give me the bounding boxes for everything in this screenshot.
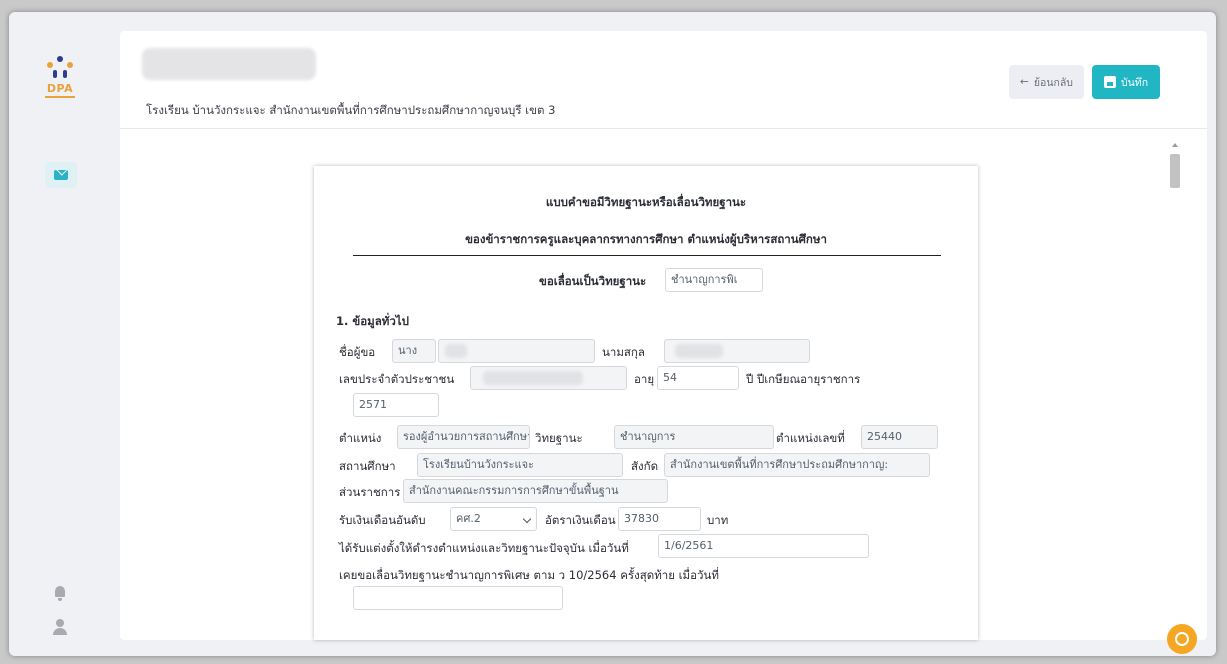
baht-label: บาท <box>707 513 729 527</box>
back-button-label: ย้อนกลับ <box>1033 76 1073 89</box>
scrollbar[interactable] <box>1169 143 1181 640</box>
academic-field[interactable]: ชำนาญการ <box>614 425 774 449</box>
salary-grade-label: รับเงินเดือนอันดับ <box>339 513 426 527</box>
arrow-left-icon: ← <box>1020 76 1029 88</box>
previous-request-label: เคยขอเลื่อนวิทยฐานะชำนาญการพิเศษ ตาม ว 1… <box>339 568 719 582</box>
title-field[interactable]: นาง <box>392 339 436 363</box>
help-button[interactable] <box>1167 624 1197 654</box>
surname-label: นามสกุล <box>602 345 645 359</box>
main-panel: โรงเรียน บ้านวังกระแจะ สำนักงานเขตพื้นที… <box>120 31 1207 640</box>
agency-field[interactable]: สำนักงานคณะกรรมการการศึกษาขั้นพื้นฐาน <box>403 479 668 503</box>
position-no-label: ตำแหน่งเลขที่ <box>776 431 845 445</box>
scroll-up-icon[interactable] <box>1172 143 1178 147</box>
app-window: DPA โรงเรียน บ้านวังกระแจะ สำนักงานเขตพื… <box>9 12 1216 656</box>
salary-rate-label: อัตราเงินเดือน <box>545 513 616 527</box>
promote-field[interactable]: ชำนาญการพิเ <box>665 268 763 292</box>
age-label: อายุ <box>634 372 655 386</box>
position-no-field[interactable]: 25440 <box>861 425 938 449</box>
firstname-field[interactable] <box>438 339 595 363</box>
school-field[interactable]: โรงเรียนบ้านวังกระแจะ <box>417 453 623 477</box>
logo[interactable]: DPA <box>45 54 75 104</box>
position-field[interactable]: รองผู้อำนวยการสถานศึกษา <box>397 425 530 449</box>
user-icon[interactable] <box>52 619 68 637</box>
appointed-date-field[interactable]: 1/6/2561 <box>658 534 869 558</box>
logo-text: DPA <box>46 82 74 95</box>
sidebar: DPA <box>9 12 112 656</box>
logo-figures-icon <box>45 54 75 80</box>
position-label: ตำแหน่ง <box>339 431 382 445</box>
scrollbar-thumb[interactable] <box>1170 154 1180 188</box>
age-field[interactable]: 54 <box>657 366 739 390</box>
section-general-heading: 1. ข้อมูลทั่วไป <box>336 314 409 328</box>
appointed-label: ได้รับแต่งตั้งให้ดำรงตำแหน่งและวิทยฐานะป… <box>339 541 629 555</box>
citizen-id-label: เลขประจำตัวประชาชน <box>339 372 455 386</box>
affiliation-field[interactable]: สำนักงานเขตพื้นที่การศึกษาประถมศึกษากาญ: <box>664 453 930 477</box>
form-subtitle: ของข้าราชการครูและบุคลากรทางการศึกษา ตำแ… <box>465 232 827 246</box>
redacted-title <box>142 48 316 80</box>
save-button[interactable]: บันทึก <box>1092 65 1160 99</box>
mail-icon <box>54 170 68 180</box>
name-label: ชื่อผู้ขอ <box>339 345 376 359</box>
chevron-down-icon <box>522 514 532 524</box>
bell-icon[interactable] <box>53 585 67 601</box>
save-button-label: บันทึก <box>1120 76 1149 89</box>
affiliation-label: สังกัด <box>631 459 659 473</box>
school-label: สถานศึกษา <box>339 459 396 473</box>
agency-label: ส่วนราชการ <box>339 485 401 499</box>
academic-label: วิทยฐานะ <box>535 431 583 445</box>
form-title: แบบคำขอมีวิทยฐานะหรือเลื่อนวิทยฐานะ <box>545 195 747 209</box>
school-line: โรงเรียน บ้านวังกระแจะ สำนักงานเขตพื้นที… <box>146 103 556 117</box>
back-button[interactable]: ← ย้อนกลับ <box>1009 65 1084 99</box>
promote-label: ขอเลื่อนเป็นวิทยฐานะ <box>539 274 647 288</box>
form-document: แบบคำขอมีวิทยฐานะหรือเลื่อนวิทยฐานะ ของข… <box>314 166 978 640</box>
page-header: โรงเรียน บ้านวังกระแจะ สำนักงานเขตพื้นที… <box>120 31 1207 129</box>
salary-grade-value: คศ.2 <box>456 512 481 525</box>
sidebar-item-mail[interactable] <box>45 162 77 188</box>
save-icon <box>1103 76 1116 88</box>
previous-request-date-field[interactable] <box>353 586 563 610</box>
retire-label: ปี ปีเกษียณอายุราชการ <box>746 372 861 386</box>
support-icon <box>1175 632 1189 646</box>
salary-grade-select[interactable]: คศ.2 <box>450 507 537 531</box>
surname-field[interactable] <box>664 339 810 363</box>
title-divider <box>353 255 941 256</box>
salary-rate-field[interactable]: 37830 <box>618 507 701 531</box>
retire-year-field[interactable]: 2571 <box>353 393 439 417</box>
citizen-id-field[interactable] <box>470 366 627 390</box>
